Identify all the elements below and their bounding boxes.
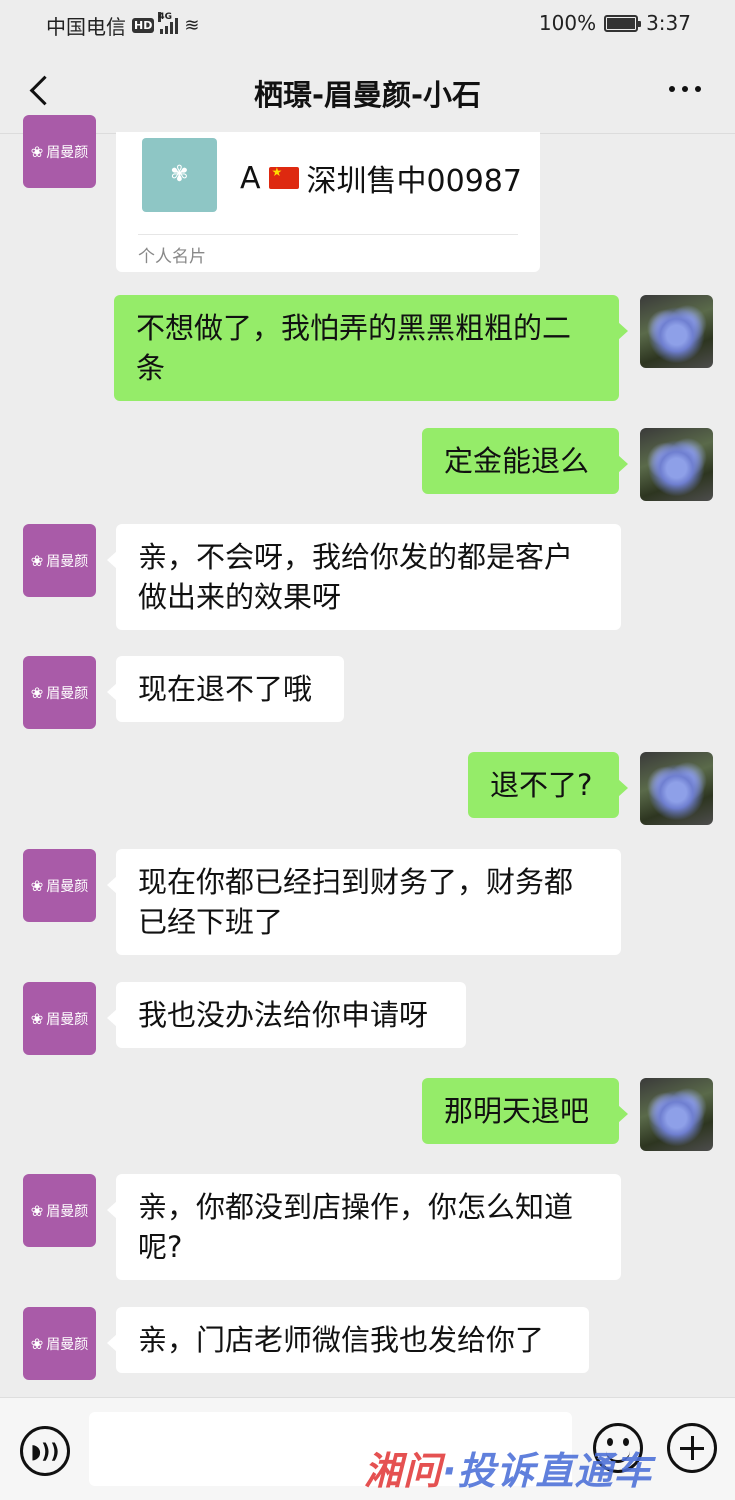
contact-avatar[interactable]: ❀ 眉曼颜 (23, 849, 96, 922)
chat-title: 栖璟-眉曼颜-小石 (253, 78, 482, 112)
contact-avatar[interactable]: ❀ 眉曼颜 (23, 656, 96, 729)
status-bar: 中国电信 HD 4G ≋ 100% 3:37 (0, 0, 735, 46)
status-right: 100% 3:37 (539, 11, 691, 35)
contact-avatar[interactable]: ❀ 眉曼颜 (23, 115, 96, 188)
my-avatar[interactable] (640, 428, 713, 501)
china-flag-icon (268, 165, 299, 189)
lotus-icon: ❀ (30, 876, 44, 895)
lotus-icon: ❀ (30, 142, 44, 161)
brand-avatar-label: 眉曼颜 (46, 878, 89, 895)
brand-avatar-label: 眉曼颜 (46, 1336, 89, 1353)
message-bubble-outgoing[interactable]: 退不了? (468, 752, 628, 818)
clock: 3:37 (646, 11, 691, 35)
contact-avatar[interactable]: ❀ 眉曼颜 (23, 1307, 96, 1380)
message-bubble-incoming[interactable]: 现在退不了哦 (107, 656, 344, 722)
more-icon[interactable] (669, 86, 701, 92)
watermark-part2: ·投诉直通车 (442, 1449, 653, 1493)
watermark-part1: 湘问 (364, 1449, 443, 1493)
carrier-label: 中国电信 (46, 15, 126, 39)
lotus-icon: ❀ (30, 1009, 44, 1028)
plus-icon[interactable] (667, 1423, 717, 1473)
business-card-message[interactable]: ✾ A 深圳售中00987 个人名片 (116, 132, 540, 272)
brand-avatar-label: 眉曼颜 (46, 553, 89, 570)
hd-badge: HD (132, 18, 155, 33)
message-bubble-incoming[interactable]: 亲，门店老师微信我也发给你了 (107, 1307, 589, 1373)
brand-avatar-label: 眉曼颜 (46, 144, 89, 161)
card-name-suffix: 深圳售中00987 (306, 164, 522, 199)
message-bubble-outgoing[interactable]: 那明天退吧 (422, 1078, 628, 1144)
card-contact-name: A 深圳售中00987 (240, 156, 522, 200)
my-avatar[interactable] (640, 752, 713, 825)
lotus-icon: ❀ (30, 683, 44, 702)
message-bubble-incoming[interactable]: 亲，不会呀，我给你发的都是客户做出来的效果呀 (107, 524, 621, 630)
card-thumbnail: ✾ (142, 138, 217, 212)
message-bubble-outgoing[interactable]: 不想做了，我怕弄的黑黑粗粗的二条 (114, 295, 628, 401)
ornament-icon: ✾ (170, 162, 189, 187)
lotus-icon: ❀ (30, 1201, 44, 1220)
contact-avatar[interactable]: ❀ 眉曼颜 (23, 1174, 96, 1247)
my-avatar[interactable] (640, 1078, 713, 1151)
lotus-icon: ❀ (30, 551, 44, 570)
message-bubble-outgoing[interactable]: 定金能退么 (422, 428, 628, 494)
chat-header: 栖璟-眉曼颜-小石 (0, 46, 735, 134)
contact-avatar[interactable]: ❀ 眉曼颜 (23, 524, 96, 597)
brand-avatar-label: 眉曼颜 (46, 685, 89, 702)
battery-percent: 100% (538, 11, 597, 35)
voice-icon[interactable]: ◗)) (20, 1426, 70, 1476)
network-type: 4G (158, 11, 172, 22)
card-type-label: 个人名片 (138, 247, 206, 267)
card-divider (138, 234, 518, 235)
brand-avatar-label: 眉曼颜 (46, 1011, 89, 1028)
wifi-icon: ≋ (184, 15, 200, 36)
brand-avatar-label: 眉曼颜 (46, 1203, 89, 1220)
message-bubble-incoming[interactable]: 亲，你都没到店操作，你怎么知道呢? (107, 1174, 621, 1280)
battery-icon (604, 14, 642, 32)
lotus-icon: ❀ (30, 1334, 44, 1353)
status-left: 中国电信 HD 4G ≋ (46, 11, 199, 40)
card-name-prefix: A (240, 160, 261, 196)
message-bubble-incoming[interactable]: 现在你都已经扫到财务了，财务都已经下班了 (107, 849, 621, 955)
signal-icon: 4G (158, 11, 179, 34)
contact-avatar[interactable]: ❀ 眉曼颜 (23, 982, 96, 1055)
my-avatar[interactable] (640, 295, 713, 368)
watermark-logo: 湘问·投诉直通车 (364, 1440, 652, 1495)
message-bubble-incoming[interactable]: 我也没办法给你申请呀 (107, 982, 466, 1048)
